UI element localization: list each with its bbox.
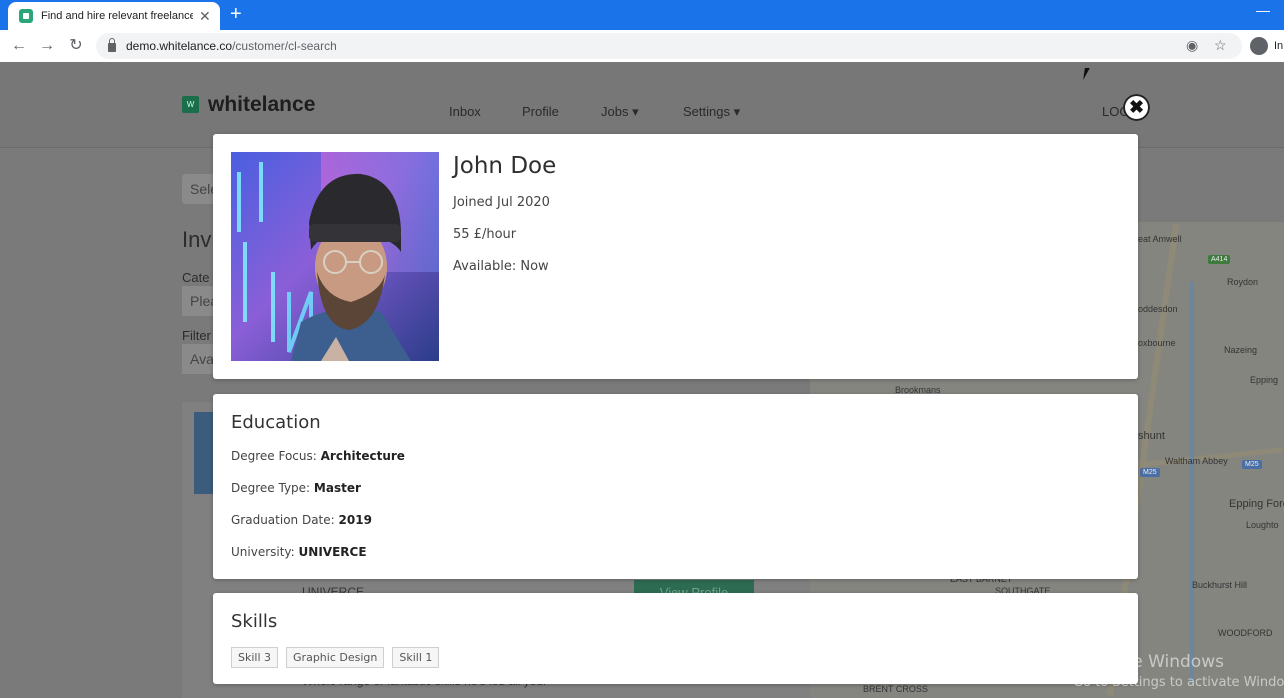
nav-settings[interactable]: Settings ▾ [683, 104, 740, 120]
watermark-line1: Activate Windows [1073, 652, 1224, 672]
browser-tab[interactable]: Find and hire relevant freelancers ✕ [8, 2, 220, 30]
filter-label: Filter [182, 328, 211, 343]
university-label: University: [231, 545, 299, 559]
skills-title: Skills [231, 611, 278, 632]
background-heading: Inv [182, 227, 212, 252]
degree-type: Degree Type: Master [231, 481, 361, 495]
profile-card: John Doe Joined Jul 2020 55 £/hour Avail… [213, 134, 1138, 379]
browser-toolbar: ← → ↻ demo.whitelance.co/customer/cl-sea… [0, 30, 1284, 62]
back-arrow-icon[interactable]: ← [9, 36, 29, 56]
map-label: Buckhurst Hill [1192, 580, 1248, 590]
map-label: oddesdon [1138, 304, 1178, 314]
nav-jobs[interactable]: Jobs ▾ [601, 104, 639, 120]
url-host: demo.whitelance.co [126, 39, 233, 53]
window-minimize-icon[interactable]: — [1256, 2, 1270, 18]
skill-tag: Skill 1 [392, 647, 440, 668]
skills-card: Skills Skill 3 Graphic Design Skill 1 [213, 593, 1138, 684]
degree-type-label: Degree Type: [231, 481, 314, 495]
new-tab-button[interactable]: + [230, 3, 242, 25]
bookmark-star-icon[interactable]: ☆ [1214, 37, 1227, 54]
availability-status: Available: Now [453, 259, 549, 274]
eye-off-icon[interactable]: ◉ [1186, 37, 1198, 54]
skill-tag: Skill 3 [231, 647, 279, 668]
profile-photo [231, 152, 439, 361]
map-label: Nazeing [1224, 345, 1258, 355]
skill-tag: Graphic Design [286, 647, 385, 668]
road-shield: M25 [1140, 468, 1160, 477]
lock-icon [108, 38, 116, 52]
tab-title: Find and hire relevant freelancers [41, 10, 193, 22]
degree-type-value: Master [313, 481, 361, 495]
map-label: Roydon [1227, 277, 1259, 287]
nav-profile[interactable]: Profile [522, 104, 559, 119]
url-path: /customer/cl-search [232, 39, 337, 53]
degree-focus-label: Degree Focus: [231, 449, 321, 463]
windows-activation-watermark: Activate Windows Go to Settings to activ… [1073, 652, 1284, 690]
background-thumbnail [194, 412, 214, 494]
tab-strip: Find and hire relevant freelancers ✕ + — [0, 0, 1284, 30]
map-road [1190, 282, 1194, 682]
reload-icon[interactable]: ↻ [66, 36, 86, 56]
map-label: WOODFORD [1218, 628, 1273, 638]
close-modal-button[interactable]: ✖ [1123, 94, 1150, 121]
mouse-cursor-icon [1083, 68, 1095, 80]
profile-photo-image [231, 152, 439, 361]
road-shield: A414 [1208, 255, 1231, 264]
graduation-date: Graduation Date: 2019 [231, 513, 372, 527]
tab-close-icon[interactable]: ✕ [199, 8, 211, 25]
degree-focus-value: Architecture [320, 449, 405, 463]
browser-profile[interactable]: In [1250, 37, 1283, 55]
skills-list: Skill 3 Graphic Design Skill 1 [231, 647, 440, 668]
map-label: Epping Fores [1229, 498, 1284, 510]
graduation-date-value: 2019 [338, 513, 372, 527]
forward-arrow-icon[interactable]: → [37, 36, 57, 56]
map-label: Loughto [1246, 520, 1279, 530]
category-label: Cate [182, 270, 210, 285]
university: University: UNIVERCE [231, 545, 367, 559]
map-label: shunt [1138, 430, 1165, 442]
map-label: Waltham Abbey [1165, 456, 1228, 466]
map-label: oxbourne [1138, 338, 1176, 348]
joined-date: Joined Jul 2020 [453, 195, 550, 210]
map-label: BRENT CROSS [863, 684, 928, 694]
graduation-date-label: Graduation Date: [231, 513, 339, 527]
freelancer-name: John Doe [453, 153, 557, 179]
profile-avatar-icon [1250, 37, 1268, 55]
university-value: UNIVERCE [298, 545, 367, 559]
map-label: Epping [1250, 375, 1279, 385]
profile-label: In [1274, 40, 1284, 52]
hourly-rate: 55 £/hour [453, 227, 517, 242]
map-label: eat Amwell [1138, 234, 1182, 244]
nav-inbox[interactable]: Inbox [449, 104, 481, 119]
site-favicon-icon [19, 9, 33, 23]
logo-mark: W [182, 96, 199, 113]
degree-focus: Degree Focus: Architecture [231, 449, 405, 463]
watermark-line2: Go to Settings to activate Windows. [1073, 675, 1284, 690]
road-shield: M25 [1242, 460, 1262, 469]
address-bar[interactable]: demo.whitelance.co/customer/cl-search ◉ … [96, 33, 1242, 59]
logo-text[interactable]: whitelance [208, 93, 315, 117]
education-card: Education Degree Focus: Architecture Deg… [213, 394, 1138, 579]
education-title: Education [231, 412, 321, 433]
